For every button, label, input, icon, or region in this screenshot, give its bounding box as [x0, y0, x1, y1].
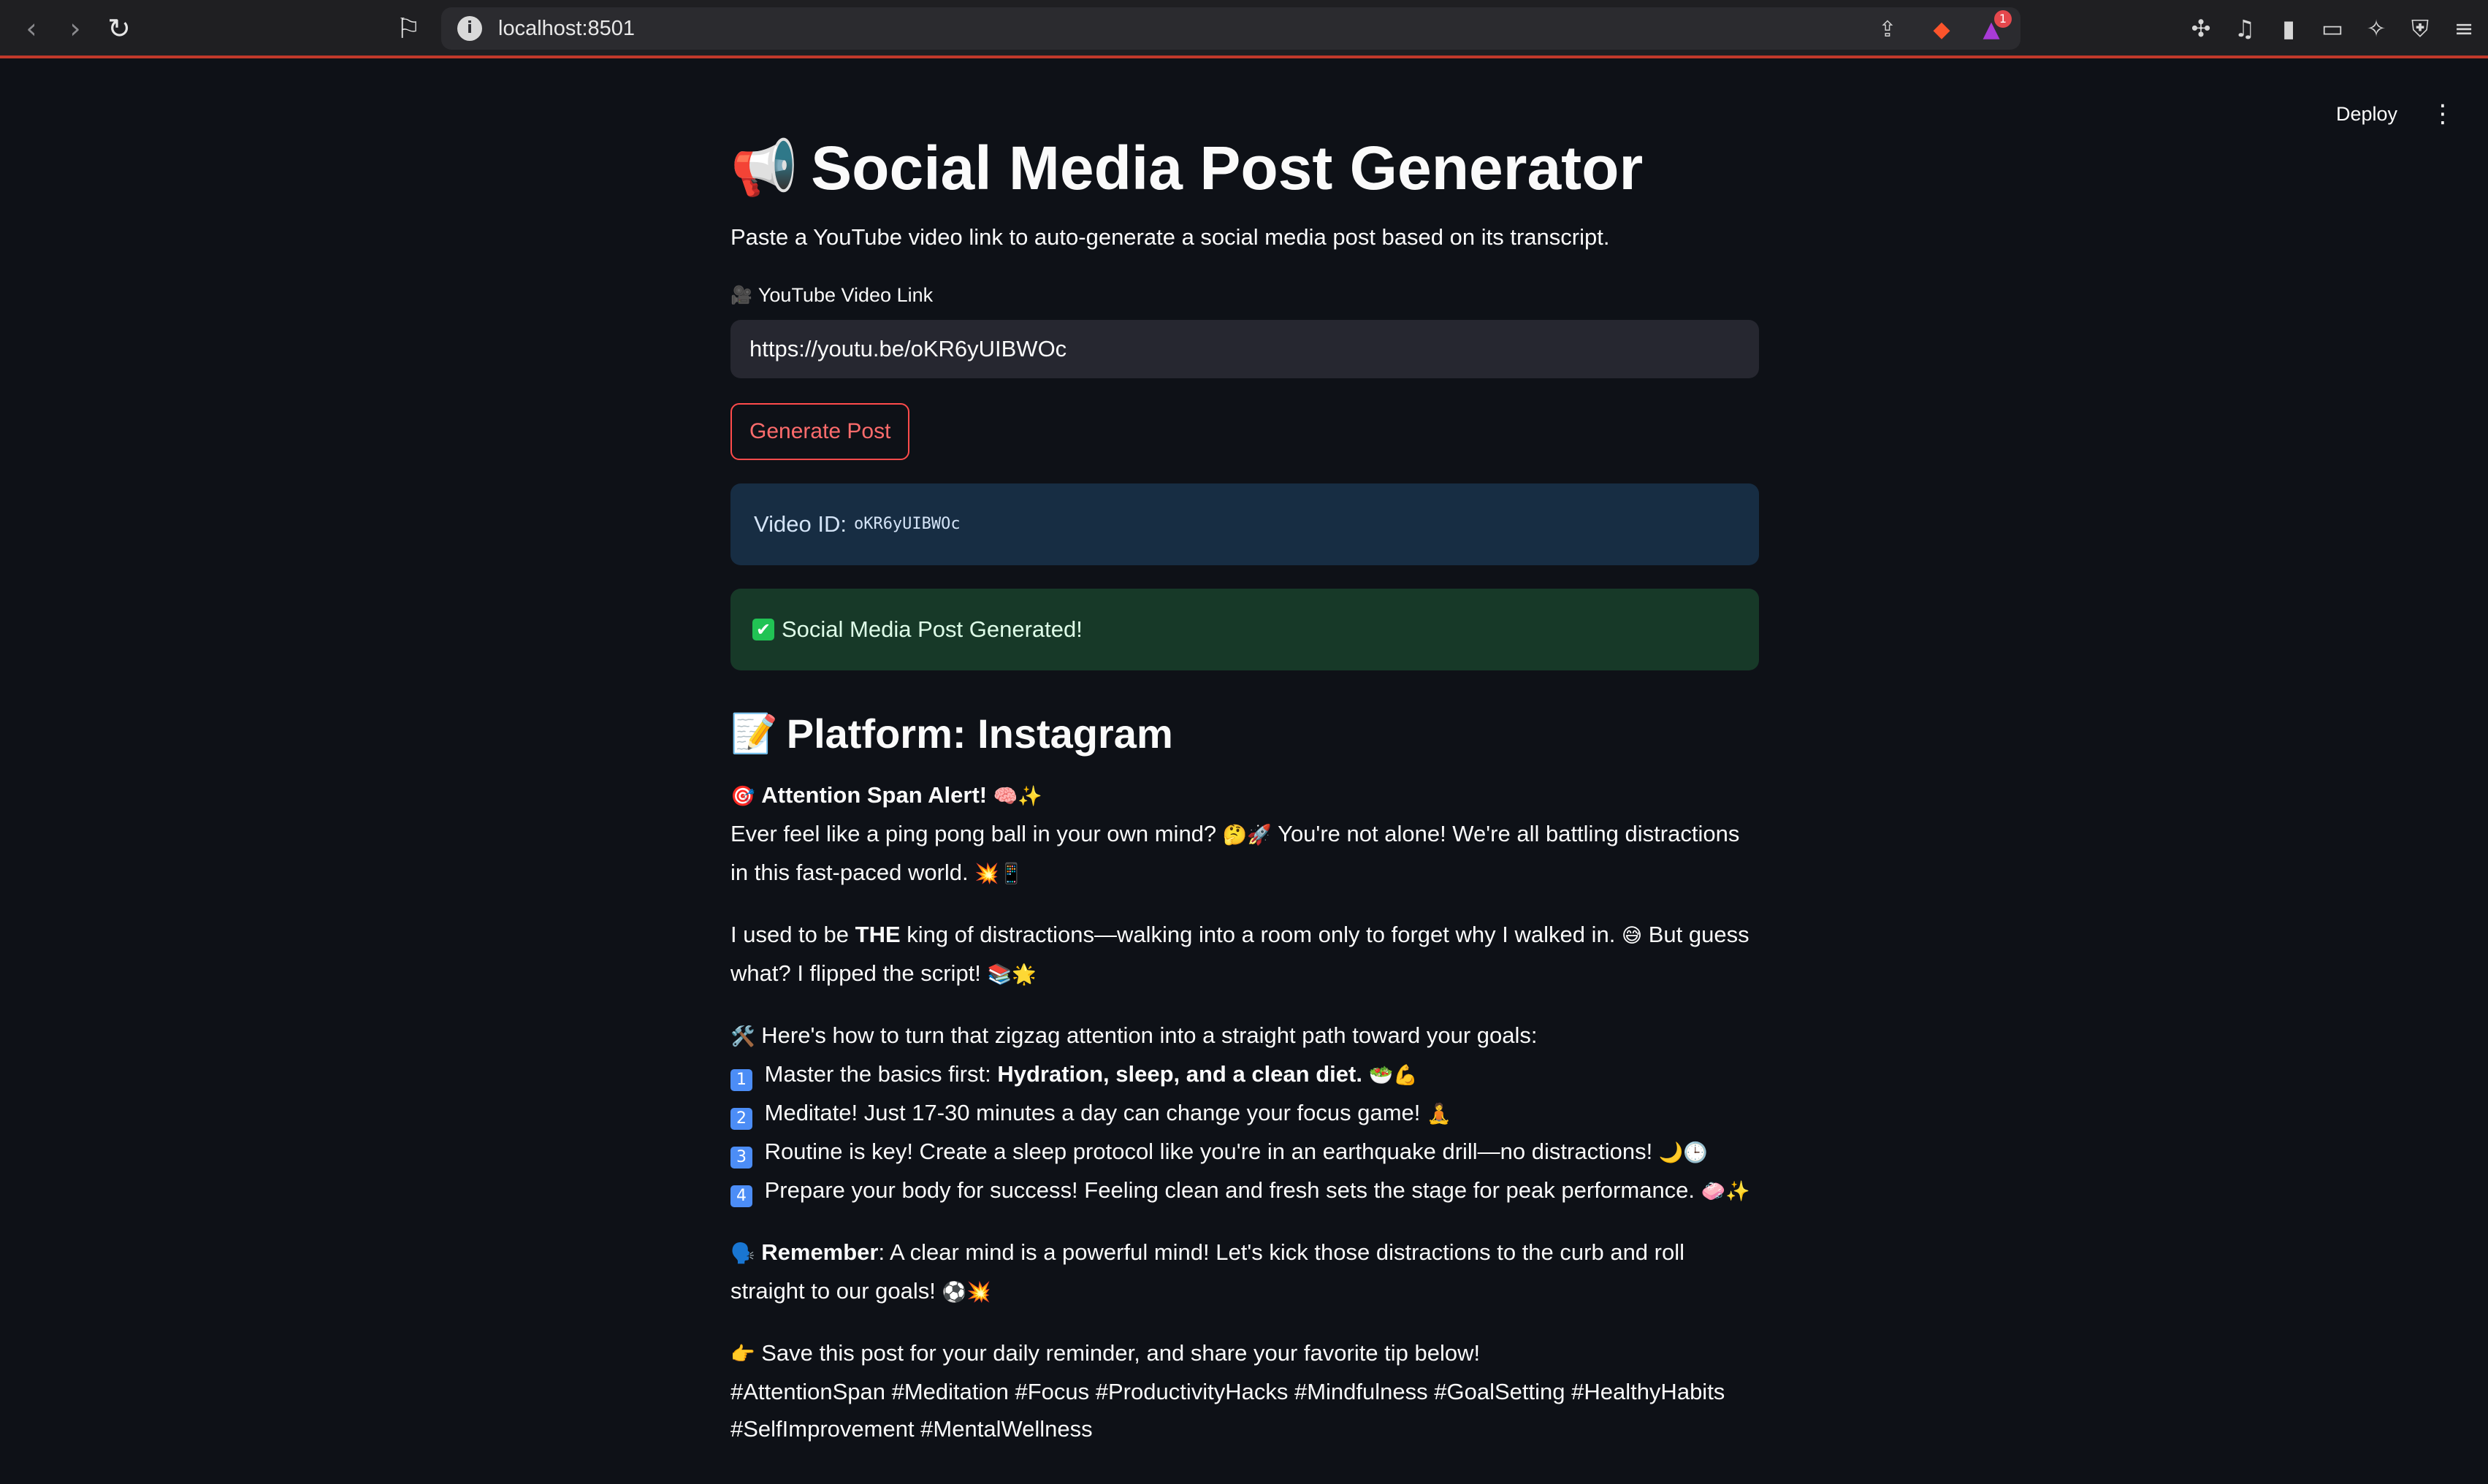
collision-phone-icon: 💥📱 [974, 862, 1024, 885]
salad-muscle-icon: 🥗💪 [1368, 1063, 1418, 1087]
brave-rewards-icon[interactable]: ▲ 1 [1977, 10, 2012, 44]
post-paragraph-cta: 👉 Save this post for your daily reminder… [730, 1334, 1759, 1447]
post-text: I used to be [730, 921, 850, 947]
post-hashtags: #AttentionSpan #Meditation #Focus #Produ… [730, 1378, 1725, 1442]
keycap-2-icon: 2 [730, 1107, 752, 1130]
books-star-icon: 📚🌟 [987, 963, 1037, 986]
post-text: Meditate! Just 17-30 minutes a day can c… [764, 1099, 1421, 1125]
youtube-link-label: 🎥 YouTube Video Link [730, 284, 1759, 307]
video-id-info-box: Video ID: oKR6yUIBWOc [730, 483, 1759, 565]
post-text: Routine is key! Create a sleep protocol … [764, 1138, 1653, 1164]
video-id-value: oKR6yUIBWOc [853, 515, 961, 534]
success-alert: ✔ Social Media Post Generated! [730, 588, 1759, 670]
brave-shields-icon[interactable]: ◆ [1927, 15, 1956, 44]
main-content: 📢 Social Media Post Generator Paste a Yo… [730, 131, 1759, 1471]
post-text: Here's how to turn that zigzag attention… [761, 1022, 1538, 1048]
page-title: 📢 Social Media Post Generator [730, 131, 1759, 205]
leo-ai-icon[interactable]: ✧ [2359, 12, 2393, 45]
pointing-hand-icon: 👉 [730, 1342, 755, 1366]
keycap-3-icon: 3 [730, 1146, 752, 1169]
keycap-1-icon: 1 [730, 1068, 752, 1091]
moon-clock-icon: 🌙🕒 [1658, 1141, 1709, 1164]
youtube-link-input[interactable] [730, 319, 1759, 378]
forward-icon[interactable]: › [57, 10, 94, 47]
meditation-icon: 🧘 [1427, 1102, 1451, 1125]
media-icon[interactable]: ♫ [2228, 12, 2262, 45]
post-text: Master the basics first: [764, 1060, 991, 1087]
target-icon: 🎯 [730, 784, 755, 808]
browser-menu-icon[interactable]: ≡ [2447, 12, 2481, 45]
vpn-icon[interactable]: ⛨ [2403, 12, 2437, 45]
success-message: Social Media Post Generated! [782, 616, 1083, 642]
megaphone-icon: 📢 [730, 137, 798, 199]
generated-post: 🎯 Attention Span Alert! 🧠✨ Ever feel lik… [730, 776, 1759, 1447]
post-paragraph-remember: 🗣️ Remember: A clear mind is a powerful … [730, 1234, 1759, 1311]
youtube-link-label-text: YouTube Video Link [758, 283, 934, 306]
thinking-rocket-icon: 🤔🚀 [1222, 823, 1272, 846]
brain-sparkles-icon: 🧠✨ [993, 784, 1042, 808]
extensions-icon[interactable]: ✣ [2184, 12, 2218, 45]
bookmark-icon[interactable]: ⚐ [390, 10, 427, 47]
url-text[interactable]: localhost:8501 [498, 17, 635, 41]
memo-icon: 📝 [730, 711, 778, 756]
post-text: Save this post for your daily reminder, … [761, 1339, 1481, 1366]
address-bar[interactable]: i localhost:8501 ⇪ ◆ ▲ 1 [441, 7, 2020, 50]
platform-heading: 📝 Platform: Instagram [730, 710, 1759, 757]
post-text: Ever feel like a ping pong ball in your … [730, 820, 1217, 846]
sweat-smile-icon: 😅 [1621, 924, 1643, 947]
main-menu-icon[interactable]: ⋮ [2430, 96, 2456, 131]
post-paragraph-story: I used to be THE king of distractions—wa… [730, 916, 1759, 993]
post-bold-text: THE [855, 921, 901, 947]
post-text: king of distractions—walking into a room… [907, 921, 1616, 947]
speaking-head-icon: 🗣️ [730, 1242, 755, 1265]
tools-icon: 🛠️ [730, 1025, 755, 1048]
browser-toolbar: ‹ › ↻ ⚐ i localhost:8501 ⇪ ◆ ▲ 1 ✣ ♫ ▮ ▭… [0, 0, 2488, 58]
page-title-text: Social Media Post Generator [811, 134, 1644, 202]
keycap-4-icon: 4 [730, 1185, 752, 1207]
post-paragraph-tips: 🛠️ Here's how to turn that zigzag attent… [730, 1017, 1759, 1210]
deploy-button[interactable]: Deploy [2327, 98, 2406, 130]
check-mark-icon: ✔ [752, 618, 774, 640]
post-bold-text: Remember [761, 1239, 879, 1265]
rewards-badge: 1 [1994, 10, 2012, 28]
reload-icon[interactable]: ↻ [101, 10, 137, 47]
page-subtitle: Paste a YouTube video link to auto-gener… [730, 223, 1610, 250]
post-text: Prepare your body for success! Feeling c… [764, 1177, 1695, 1203]
generate-post-button[interactable]: Generate Post [730, 402, 910, 460]
platform-heading-text: Platform: Instagram [786, 710, 1173, 757]
wallet-icon[interactable]: ▭ [2316, 12, 2349, 45]
soccer-collision-icon: ⚽💥 [942, 1280, 991, 1304]
post-headline: Attention Span Alert! [761, 781, 988, 808]
sidebar-icon[interactable]: ▮ [2272, 12, 2305, 45]
post-bold-text: Hydration, sleep, and a clean diet. [997, 1060, 1362, 1087]
soap-sparkles-icon: 🧼✨ [1701, 1179, 1750, 1203]
site-info-icon[interactable]: i [457, 16, 482, 41]
movie-camera-icon: 🎥 [730, 285, 752, 306]
share-icon[interactable]: ⇪ [1873, 15, 1902, 44]
video-id-label: Video ID: [754, 510, 847, 537]
back-icon[interactable]: ‹ [13, 10, 50, 47]
post-paragraph-intro: 🎯 Attention Span Alert! 🧠✨ Ever feel lik… [730, 776, 1759, 892]
